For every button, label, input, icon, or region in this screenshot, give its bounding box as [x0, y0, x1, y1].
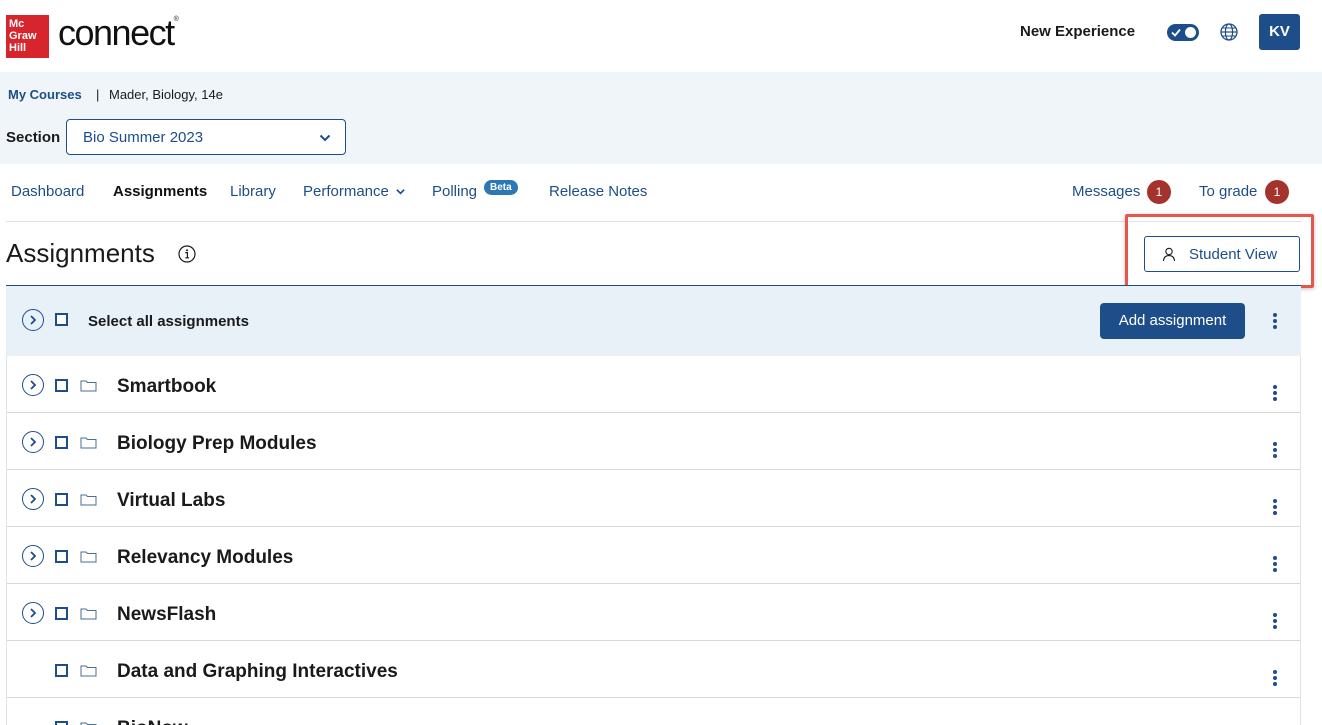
check-icon — [1171, 24, 1181, 47]
folder-row[interactable]: Biology Prep Modules — [7, 413, 1300, 470]
folder-icon — [80, 664, 97, 677]
more-options-icon[interactable] — [1272, 313, 1278, 331]
tab-polling[interactable]: Polling — [432, 183, 477, 200]
new-experience-label: New Experience — [1020, 23, 1136, 40]
tab-performance-label: Performance — [303, 183, 389, 200]
folder-name[interactable]: Biology Prep Modules — [117, 433, 317, 455]
logo-line: Graw — [9, 30, 37, 42]
tab-library[interactable]: Library — [230, 183, 276, 200]
folder-icon — [80, 721, 97, 725]
section-selected-value: Bio Summer 2023 — [83, 129, 204, 146]
folder-name[interactable]: Smartbook — [117, 376, 216, 398]
expand-folder-icon[interactable] — [22, 602, 44, 624]
folder-checkbox[interactable] — [55, 493, 68, 506]
folder-row[interactable]: Relevancy Modules — [7, 527, 1300, 584]
folder-checkbox[interactable] — [55, 550, 68, 563]
folder-checkbox[interactable] — [55, 607, 68, 620]
chevron-down-icon — [395, 184, 406, 201]
more-options-icon[interactable] — [1272, 556, 1278, 574]
logo-line: Hill — [9, 42, 27, 54]
folder-checkbox[interactable] — [55, 721, 68, 725]
folder-name[interactable]: Relevancy Modules — [117, 547, 293, 569]
folder-icon — [80, 379, 97, 392]
user-avatar[interactable]: KV — [1259, 14, 1300, 50]
tab-release-notes[interactable]: Release Notes — [549, 183, 647, 200]
tab-dashboard[interactable]: Dashboard — [11, 183, 84, 200]
folder-name[interactable]: Virtual Labs — [117, 490, 225, 512]
expand-folder-icon[interactable] — [22, 488, 44, 510]
section-label: Section — [6, 129, 61, 146]
folder-icon — [80, 436, 97, 449]
folder-row[interactable]: Virtual Labs — [7, 470, 1300, 527]
expand-folder-icon[interactable] — [22, 431, 44, 453]
more-options-icon[interactable] — [1272, 385, 1278, 403]
folder-checkbox[interactable] — [55, 664, 68, 677]
new-experience-toggle[interactable] — [1167, 24, 1199, 41]
toggle-knob — [1185, 27, 1196, 38]
expand-all-icon[interactable] — [22, 309, 44, 331]
tab-assignments[interactable]: Assignments — [113, 183, 207, 200]
select-all-checkbox[interactable] — [55, 313, 68, 326]
expand-folder-icon[interactable] — [22, 545, 44, 567]
globe-icon[interactable] — [1219, 22, 1239, 42]
folder-row[interactable]: Smartbook — [7, 356, 1300, 413]
to-grade-count-badge: 1 — [1265, 180, 1289, 204]
nav-divider — [6, 221, 1301, 222]
folder-icon — [80, 550, 97, 563]
folder-name[interactable]: BioNow — [117, 718, 188, 725]
folder-name[interactable]: NewsFlash — [117, 604, 216, 626]
to-grade-link[interactable]: To grade — [1199, 183, 1257, 200]
expand-folder-icon[interactable] — [22, 374, 44, 396]
folder-name[interactable]: Data and Graphing Interactives — [117, 661, 398, 683]
folder-checkbox[interactable] — [55, 436, 68, 449]
messages-count-badge: 1 — [1147, 180, 1171, 204]
connect-logo[interactable]: connect® — [58, 12, 179, 54]
registered-mark: ® — [173, 16, 179, 23]
assignment-folder-list: Smartbook Biology Prep Modules Virtual Lab… — [6, 356, 1301, 725]
student-view-label: Student View — [1189, 246, 1278, 263]
more-options-icon[interactable] — [1272, 499, 1278, 517]
folder-icon — [80, 607, 97, 620]
logo-line: Mc — [9, 18, 25, 30]
more-options-icon[interactable] — [1272, 670, 1278, 688]
breadcrumb-current-course: Mader, Biology, 14e — [109, 87, 223, 102]
student-view-button[interactable]: Student View — [1144, 236, 1300, 272]
folder-row[interactable]: NewsFlash — [7, 584, 1300, 641]
tab-performance[interactable]: Performance — [303, 183, 406, 201]
person-icon — [1162, 247, 1176, 262]
add-assignment-button[interactable]: Add assignment — [1100, 303, 1245, 339]
more-options-icon[interactable] — [1272, 613, 1278, 631]
info-icon[interactable] — [178, 245, 196, 263]
breadcrumb-separator: | — [96, 87, 100, 102]
section-select[interactable]: Bio Summer 2023 — [66, 119, 346, 155]
folder-icon — [80, 493, 97, 506]
page-title: Assignments — [6, 238, 155, 268]
messages-link[interactable]: Messages — [1072, 183, 1140, 200]
select-all-label: Select all assignments — [88, 313, 249, 330]
folder-checkbox[interactable] — [55, 379, 68, 392]
more-options-icon[interactable] — [1272, 442, 1278, 460]
brand-name: connect — [58, 12, 175, 53]
mcgraw-hill-logo[interactable]: Mc Graw Hill — [6, 15, 49, 58]
breadcrumb-my-courses[interactable]: My Courses — [8, 87, 82, 102]
folder-row[interactable]: Data and Graphing Interactives — [7, 641, 1300, 698]
folder-row[interactable]: BioNow — [7, 698, 1300, 725]
chevron-down-icon — [319, 131, 331, 143]
beta-badge: Beta — [484, 180, 518, 195]
